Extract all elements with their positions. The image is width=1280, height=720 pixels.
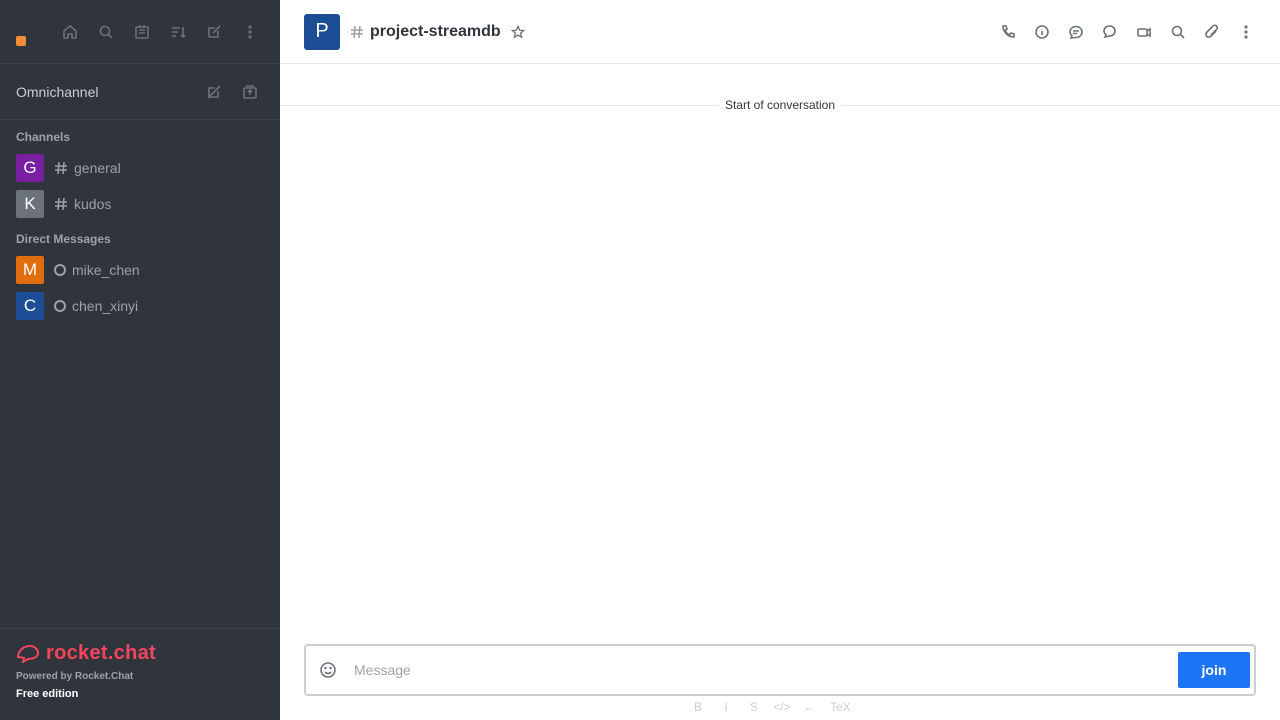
powered-by-link[interactable]: Powered by Rocket.Chat	[16, 671, 264, 682]
channel-avatar: K	[16, 190, 44, 218]
search-messages-icon[interactable]	[1164, 18, 1192, 46]
omnichannel-label: Omnichannel	[16, 83, 99, 100]
contact-center-icon[interactable]	[198, 76, 230, 108]
user-avatar: C	[16, 292, 44, 320]
sidebar-footer: rocket.chat Powered by Rocket.Chat Free …	[0, 628, 280, 720]
message-composer: join	[304, 644, 1256, 696]
edition-label: Free edition	[16, 688, 79, 700]
room-avatar[interactable]: P	[304, 13, 340, 50]
hash-icon	[55, 197, 67, 211]
message-input[interactable]	[354, 657, 1178, 683]
search-icon[interactable]	[90, 16, 122, 48]
threads-icon[interactable]	[1062, 18, 1090, 46]
code-button[interactable]: </>	[770, 699, 794, 715]
kebab-icon[interactable]	[1232, 18, 1260, 46]
room-header: P project-streamdb	[280, 0, 1280, 64]
user-avatar: M	[16, 256, 44, 284]
sidebar-item-mike-chen[interactable]: M mike_chen	[0, 252, 280, 288]
channel-name: kudos	[74, 196, 112, 212]
sidebar-item-chen-xinyi[interactable]: C chen_xinyi	[0, 288, 280, 324]
files-icon[interactable]	[1198, 18, 1226, 46]
sort-icon[interactable]	[162, 16, 194, 48]
emoji-icon[interactable]	[316, 658, 340, 682]
channels-section-title: Channels	[16, 130, 71, 144]
room-main: P project-streamdb Start of conversation…	[280, 0, 1280, 720]
room-title: project-streamdb	[370, 22, 501, 40]
dm-section-title: Direct Messages	[16, 232, 111, 246]
formatting-toolbar: B I S </> ← TeX	[686, 699, 855, 715]
omnichannel-section: Omnichannel	[0, 64, 280, 120]
hash-icon	[351, 25, 363, 38]
strike-button[interactable]: S	[742, 699, 766, 715]
dm-name: mike_chen	[72, 262, 140, 278]
star-icon[interactable]	[507, 21, 529, 43]
channel-name: general	[74, 160, 121, 176]
start-of-conversation-divider: Start of conversation	[280, 97, 1280, 113]
sidebar-item-kudos[interactable]: K kudos	[0, 186, 280, 222]
sidebar-header	[0, 0, 280, 64]
members-icon[interactable]	[1130, 18, 1158, 46]
directory-icon[interactable]	[126, 16, 158, 48]
bold-button[interactable]: B	[686, 699, 710, 715]
rocketchat-logo[interactable]: rocket.chat	[16, 641, 264, 665]
start-of-conversation-label: Start of conversation	[724, 98, 836, 112]
queue-icon[interactable]	[234, 76, 266, 108]
more-icon[interactable]	[234, 16, 266, 48]
user-avatar[interactable]	[14, 16, 46, 48]
hash-icon	[55, 161, 67, 175]
offline-status-icon	[54, 300, 66, 312]
info-icon[interactable]	[1028, 18, 1056, 46]
home-icon[interactable]	[54, 16, 86, 48]
logo-text: rocket.chat	[46, 641, 157, 664]
italic-button[interactable]: I	[714, 699, 738, 715]
dm-name: chen_xinyi	[72, 298, 139, 314]
join-button[interactable]: join	[1178, 652, 1250, 688]
discussions-icon[interactable]	[1096, 18, 1124, 46]
sidebar: Omnichannel Channels G general K kudos D…	[0, 0, 280, 720]
user-status-indicator	[16, 35, 26, 46]
rocket-logo-icon	[16, 644, 40, 663]
sidebar-item-general[interactable]: G general	[0, 150, 280, 186]
create-new-icon[interactable]	[198, 16, 230, 48]
offline-status-icon	[54, 264, 66, 276]
multiline-code-button[interactable]: ←	[798, 699, 822, 715]
call-icon[interactable]	[994, 18, 1022, 46]
channel-avatar: G	[16, 154, 44, 182]
katex-button[interactable]: TeX	[826, 699, 855, 715]
